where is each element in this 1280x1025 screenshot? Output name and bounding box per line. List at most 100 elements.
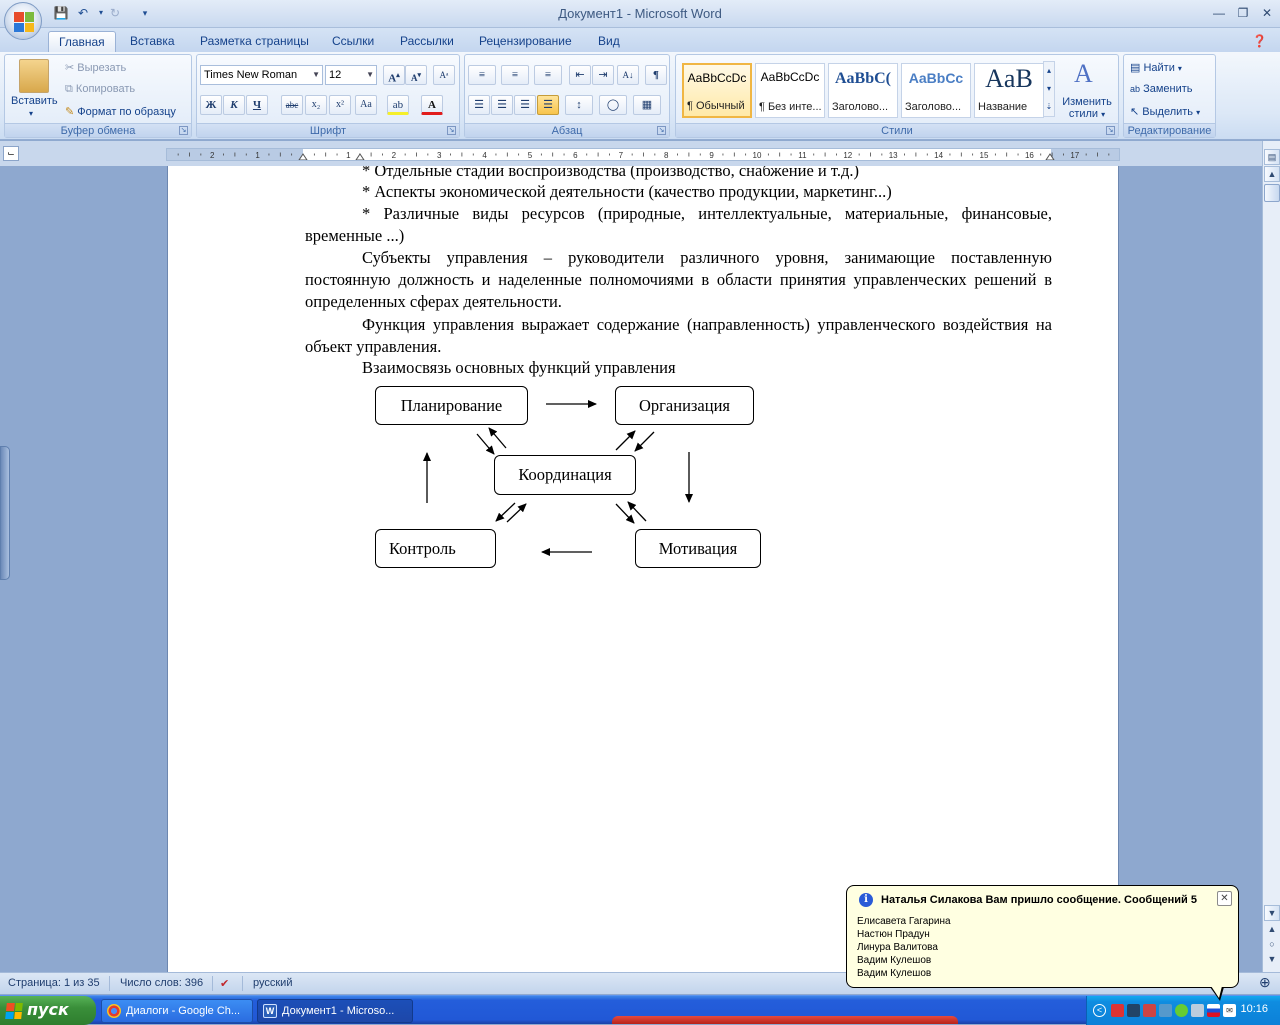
shading-icon[interactable]: ◯ [599, 95, 627, 115]
sort-icon[interactable]: A↓ [617, 65, 639, 85]
paste-dropdown-icon[interactable]: ▾ [29, 109, 33, 118]
arrow-motivation-to-coordination [627, 501, 647, 522]
start-button[interactable]: пуск [0, 996, 96, 1025]
change-styles-icon[interactable]: A [1074, 59, 1093, 89]
close-notification-icon[interactable]: ✕ [1217, 891, 1232, 906]
paragraph-launcher-icon[interactable]: ↘ [657, 126, 666, 135]
office-button[interactable] [4, 2, 42, 40]
language-indicator[interactable]: русский [253, 977, 292, 989]
highlight-icon[interactable]: ab [387, 95, 409, 115]
font-launcher-icon[interactable]: ↘ [447, 126, 456, 135]
font-size-combo[interactable]: 12 ▼ [325, 65, 377, 85]
bullets-icon[interactable]: ≡ [468, 65, 496, 85]
tab-home[interactable]: Главная [48, 31, 116, 52]
increase-indent-icon[interactable]: ⇥ [592, 65, 614, 85]
ruler-toggle-icon[interactable]: ▤ [1264, 149, 1280, 165]
align-right-icon[interactable]: ☰ [514, 95, 536, 115]
left-panel-handle[interactable] [0, 446, 10, 580]
bold-button[interactable]: Ж [200, 95, 222, 115]
clear-format-icon[interactable]: Aᵃ [433, 65, 455, 85]
diagram-organization[interactable]: Организация [615, 386, 754, 425]
subscript-button[interactable]: x₂ [305, 95, 327, 115]
page-count[interactable]: Страница: 1 из 35 [8, 977, 100, 989]
word-count[interactable]: Число слов: 396 [120, 977, 203, 989]
align-center-icon[interactable]: ☰ [491, 95, 513, 115]
scroll-up-icon[interactable]: ▲ [1264, 166, 1280, 182]
vertical-scrollbar[interactable]: ▤ ▲ ▼ ▲ ○ ▼ [1262, 141, 1280, 972]
diagram-control[interactable]: Контроль [375, 529, 496, 568]
justify-icon[interactable]: ☰ [537, 95, 559, 115]
previous-page-icon[interactable]: ▲ [1264, 922, 1280, 938]
copy-button[interactable]: ⧉ Копировать [65, 83, 135, 96]
tray-network-icon[interactable] [1127, 1004, 1140, 1017]
styles-scroll[interactable]: ▴ ▾ ⇣ [1043, 61, 1055, 117]
tray-status-icon[interactable] [1175, 1004, 1188, 1017]
diagram-motivation[interactable]: Мотивация [635, 529, 761, 568]
tab-view[interactable]: Вид [588, 31, 630, 52]
font-name-combo[interactable]: Times New Roman ▼ [200, 65, 323, 85]
style-no-spacing[interactable]: AaBbCcDc ¶ Без инте... [755, 63, 825, 118]
show-formatting-icon[interactable]: ¶ [645, 65, 667, 85]
diagram-planning[interactable]: Планирование [375, 386, 528, 425]
taskbar-item-chrome[interactable]: Диалоги - Google Ch... [101, 999, 253, 1023]
tray-device-icon[interactable] [1191, 1004, 1204, 1017]
document-page[interactable]: * Отдельные стадии воспроизводства (прои… [167, 166, 1119, 972]
superscript-button[interactable]: x² [329, 95, 351, 115]
style-heading-1[interactable]: AaBbC( Заголово... [828, 63, 898, 118]
style-normal[interactable]: AaBbCcDc ¶ Обычный [682, 63, 752, 118]
proofing-icon[interactable]: ✔ [220, 977, 229, 990]
numbering-icon[interactable]: ≡ [501, 65, 529, 85]
restore-icon[interactable]: ❐ [1230, 4, 1256, 22]
taskbar-item-word[interactable]: W Документ1 - Microso... [257, 999, 413, 1023]
tab-selector-icon[interactable]: ⌙ [3, 146, 19, 161]
multilevel-list-icon[interactable]: ≡ [534, 65, 562, 85]
tray-app-icon[interactable] [1159, 1004, 1172, 1017]
help-icon[interactable]: ❓ [1252, 31, 1267, 52]
office-logo-icon [14, 12, 34, 32]
replace-button[interactable]: ab Заменить [1130, 83, 1193, 95]
clipboard-launcher-icon[interactable]: ↘ [179, 126, 188, 135]
grow-font-button[interactable]: A▴ [383, 65, 405, 85]
styles-launcher-icon[interactable]: ↘ [1106, 126, 1115, 135]
tray-expand-icon[interactable]: < [1093, 1004, 1106, 1017]
tray-messenger-icon[interactable]: ✉ [1223, 1004, 1236, 1017]
scroll-down-icon[interactable]: ▼ [1264, 905, 1280, 921]
tray-language-icon[interactable] [1207, 1004, 1220, 1017]
borders-icon[interactable]: ▦ [633, 95, 661, 115]
paste-icon[interactable] [19, 59, 49, 93]
minimize-icon[interactable]: — [1206, 4, 1232, 22]
decrease-indent-icon[interactable]: ⇤ [569, 65, 591, 85]
change-styles-button[interactable]: Изменить стили ▾ [1061, 96, 1113, 120]
tray-antivirus-icon[interactable] [1111, 1004, 1124, 1017]
select-button[interactable]: ↖ Выделить ▾ [1130, 105, 1200, 118]
line-spacing-icon[interactable]: ↕ [565, 95, 593, 115]
change-case-button[interactable]: Aa [355, 95, 377, 115]
tray-alert-icon[interactable] [1143, 1004, 1156, 1017]
tab-mailings[interactable]: Рассылки [390, 31, 464, 52]
tab-references[interactable]: Ссылки [322, 31, 384, 52]
paste-button[interactable]: Вставить [11, 95, 58, 107]
close-icon[interactable]: ✕ [1254, 4, 1280, 22]
font-color-icon[interactable]: A [421, 95, 443, 115]
strikethrough-button[interactable]: abc [281, 95, 303, 115]
find-button[interactable]: ▤ Найти ▾ [1130, 61, 1182, 74]
format-painter-button[interactable]: ✎ Формат по образцу [65, 105, 176, 118]
style-heading-2[interactable]: AaBbCc Заголово... [901, 63, 971, 118]
tab-insert[interactable]: Вставка [120, 31, 185, 52]
diagram-coordination[interactable]: Координация [494, 455, 636, 495]
scroll-thumb[interactable] [1264, 184, 1280, 202]
italic-button[interactable]: К [223, 95, 245, 115]
horizontal-ruler[interactable]: 2 1 1 2 3 4 5 6 7 8 9 10 11 12 13 14 15 16 17 [166, 148, 1120, 161]
notification-balloon[interactable]: i Наталья Силакова Вам пришло сообщение.… [846, 885, 1239, 1001]
select-browse-object-icon[interactable]: ○ [1264, 937, 1280, 953]
cut-button[interactable]: ✂ Вырезать [65, 61, 126, 74]
next-page-icon[interactable]: ▼ [1264, 952, 1280, 968]
align-left-icon[interactable]: ☰ [468, 95, 490, 115]
tab-page-layout[interactable]: Разметка страницы [190, 31, 319, 52]
clock[interactable]: 10:16 [1240, 1003, 1268, 1015]
style-title[interactable]: AaB Название [974, 63, 1044, 118]
zoom-in-icon[interactable]: ⊕ [1259, 974, 1271, 991]
underline-button[interactable]: Ч [246, 95, 268, 115]
shrink-font-button[interactable]: A▾ [405, 65, 427, 85]
tab-review[interactable]: Рецензирование [469, 31, 582, 52]
